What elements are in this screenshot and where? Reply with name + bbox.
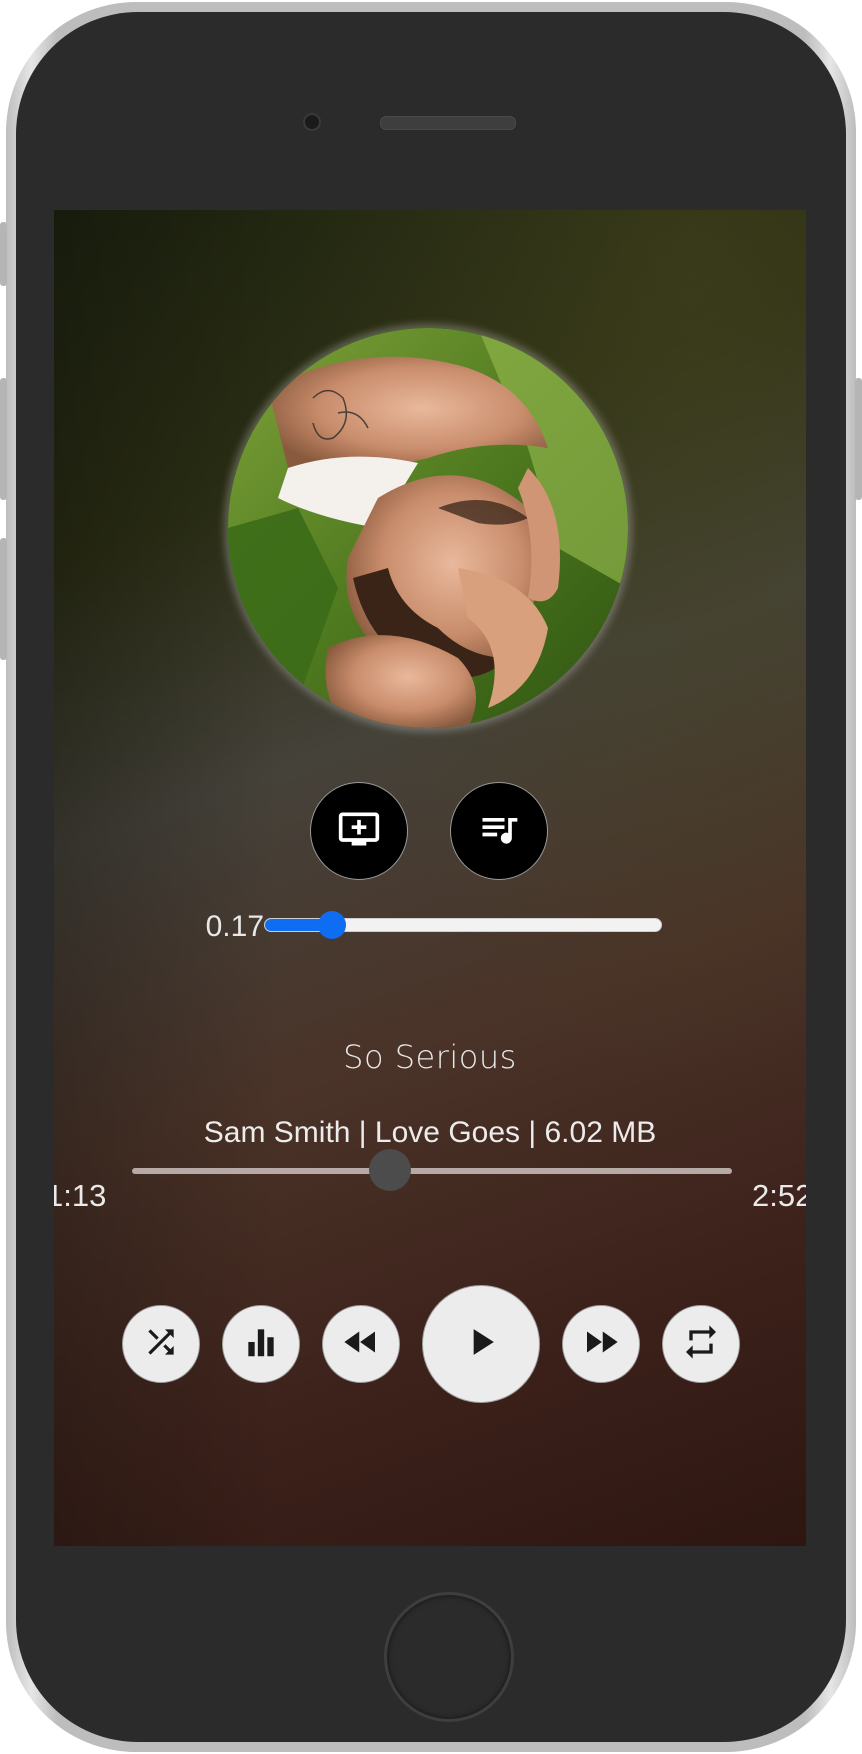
- repeat-button[interactable]: [662, 1305, 740, 1383]
- seek-bar-thumb[interactable]: [369, 1149, 411, 1191]
- album-art: [228, 328, 628, 728]
- equalizer-button[interactable]: [222, 1305, 300, 1383]
- mute-switch: [0, 222, 7, 286]
- volume-down-hardware-button: [0, 538, 7, 660]
- play-button[interactable]: [422, 1285, 540, 1403]
- song-meta: Sam Smith | Love Goes | 6.02 MB: [203, 1116, 657, 1149]
- volume-slider-thumb[interactable]: [318, 911, 347, 939]
- volume-value: 0.17: [205, 910, 264, 943]
- play-icon: [459, 1320, 503, 1369]
- shuffle-button[interactable]: [122, 1305, 200, 1383]
- power-hardware-button: [855, 378, 862, 500]
- front-camera: [303, 113, 321, 131]
- earpiece-speaker: [380, 116, 516, 130]
- playlist-icon: [477, 807, 521, 856]
- add-to-screen-button[interactable]: [310, 782, 408, 880]
- fast-forward-button[interactable]: [562, 1305, 640, 1383]
- home-button[interactable]: [384, 1592, 514, 1722]
- volume-up-hardware-button: [0, 378, 7, 500]
- volume-slider[interactable]: [264, 911, 662, 939]
- rewind-icon: [340, 1321, 382, 1368]
- equalizer-icon: [242, 1323, 280, 1366]
- seek-bar[interactable]: [132, 1149, 732, 1191]
- player-screen: 0.17 So Serious Sam Smith | Love Goes | …: [54, 210, 806, 1546]
- fast-forward-icon: [580, 1321, 622, 1368]
- shuffle-icon: [142, 1323, 180, 1366]
- rewind-button[interactable]: [322, 1305, 400, 1383]
- current-time: 1:13: [54, 1178, 107, 1213]
- playlist-button[interactable]: [450, 782, 548, 880]
- song-title: So Serious: [343, 1038, 517, 1076]
- album-art-image: [228, 328, 628, 728]
- add-to-screen-icon: [337, 807, 381, 856]
- total-time: 2:52: [752, 1178, 806, 1213]
- repeat-icon: [681, 1322, 721, 1367]
